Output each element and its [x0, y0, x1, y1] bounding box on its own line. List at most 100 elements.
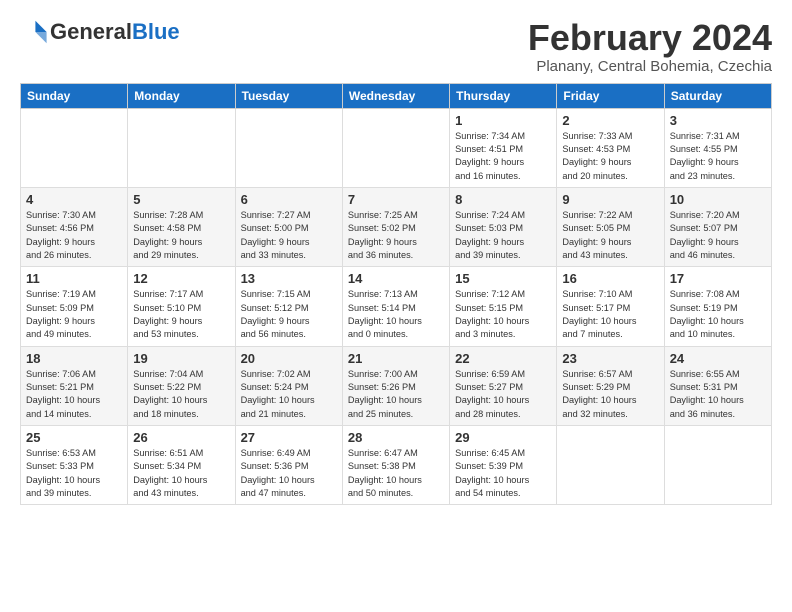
day-info: Sunrise: 7:17 AM Sunset: 5:10 PM Dayligh…	[133, 288, 229, 341]
day-cell: 28 Sunrise: 6:47 AM Sunset: 5:38 PM Dayli…	[342, 426, 449, 505]
header-saturday: Saturday	[664, 83, 771, 108]
day-cell: 2 Sunrise: 7:33 AM Sunset: 4:53 PM Daylig…	[557, 108, 664, 187]
day-info: Sunrise: 6:59 AM Sunset: 5:27 PM Dayligh…	[455, 368, 551, 421]
week-row-4: 25 Sunrise: 6:53 AM Sunset: 5:33 PM Dayli…	[21, 426, 772, 505]
day-info: Sunrise: 7:02 AM Sunset: 5:24 PM Dayligh…	[241, 368, 337, 421]
day-number: 28	[348, 430, 444, 445]
day-info: Sunrise: 7:25 AM Sunset: 5:02 PM Dayligh…	[348, 209, 444, 262]
day-info: Sunrise: 7:15 AM Sunset: 5:12 PM Dayligh…	[241, 288, 337, 341]
day-number: 19	[133, 351, 229, 366]
day-number: 1	[455, 113, 551, 128]
day-info: Sunrise: 7:33 AM Sunset: 4:53 PM Dayligh…	[562, 130, 658, 183]
day-number: 7	[348, 192, 444, 207]
day-info: Sunrise: 6:57 AM Sunset: 5:29 PM Dayligh…	[562, 368, 658, 421]
day-info: Sunrise: 7:24 AM Sunset: 5:03 PM Dayligh…	[455, 209, 551, 262]
day-info: Sunrise: 6:45 AM Sunset: 5:39 PM Dayligh…	[455, 447, 551, 500]
day-info: Sunrise: 7:19 AM Sunset: 5:09 PM Dayligh…	[26, 288, 122, 341]
day-cell	[128, 108, 235, 187]
day-info: Sunrise: 7:08 AM Sunset: 5:19 PM Dayligh…	[670, 288, 766, 341]
day-number: 2	[562, 113, 658, 128]
logo-text: GeneralBlue	[50, 20, 180, 44]
header-wednesday: Wednesday	[342, 83, 449, 108]
day-number: 21	[348, 351, 444, 366]
day-cell: 1 Sunrise: 7:34 AM Sunset: 4:51 PM Daylig…	[450, 108, 557, 187]
day-cell: 13Sunrise: 7:15 AM Sunset: 5:12 PM Dayli…	[235, 267, 342, 346]
calendar-table: Sunday Monday Tuesday Wednesday Thursday…	[20, 83, 772, 506]
day-cell	[664, 426, 771, 505]
day-cell	[557, 426, 664, 505]
day-number: 11	[26, 271, 122, 286]
day-info: Sunrise: 7:22 AM Sunset: 5:05 PM Dayligh…	[562, 209, 658, 262]
header-monday: Monday	[128, 83, 235, 108]
day-info: Sunrise: 7:06 AM Sunset: 5:21 PM Dayligh…	[26, 368, 122, 421]
day-cell: 21 Sunrise: 7:00 AM Sunset: 5:26 PM Dayli…	[342, 346, 449, 425]
week-row-3: 18Sunrise: 7:06 AM Sunset: 5:21 PM Dayli…	[21, 346, 772, 425]
day-cell	[342, 108, 449, 187]
day-cell	[235, 108, 342, 187]
header-thursday: Thursday	[450, 83, 557, 108]
day-cell: 26 Sunrise: 6:51 AM Sunset: 5:34 PM Dayli…	[128, 426, 235, 505]
day-number: 22	[455, 351, 551, 366]
day-number: 26	[133, 430, 229, 445]
day-cell: 6 Sunrise: 7:27 AM Sunset: 5:00 PM Daylig…	[235, 187, 342, 266]
day-cell: 23Sunrise: 6:57 AM Sunset: 5:29 PM Dayli…	[557, 346, 664, 425]
day-number: 9	[562, 192, 658, 207]
day-info: Sunrise: 7:13 AM Sunset: 5:14 PM Dayligh…	[348, 288, 444, 341]
day-cell: 19 Sunrise: 7:04 AM Sunset: 5:22 PM Dayli…	[128, 346, 235, 425]
logo: GeneralBlue	[20, 18, 180, 46]
day-info: Sunrise: 6:53 AM Sunset: 5:33 PM Dayligh…	[26, 447, 122, 500]
header-row: Sunday Monday Tuesday Wednesday Thursday…	[21, 83, 772, 108]
day-info: Sunrise: 7:34 AM Sunset: 4:51 PM Dayligh…	[455, 130, 551, 183]
day-number: 20	[241, 351, 337, 366]
day-info: Sunrise: 7:10 AM Sunset: 5:17 PM Dayligh…	[562, 288, 658, 341]
day-cell: 15Sunrise: 7:12 AM Sunset: 5:15 PM Dayli…	[450, 267, 557, 346]
day-cell: 3 Sunrise: 7:31 AM Sunset: 4:55 PM Daylig…	[664, 108, 771, 187]
day-cell: 5 Sunrise: 7:28 AM Sunset: 4:58 PM Daylig…	[128, 187, 235, 266]
day-cell: 29Sunrise: 6:45 AM Sunset: 5:39 PM Dayli…	[450, 426, 557, 505]
day-number: 8	[455, 192, 551, 207]
day-number: 16	[562, 271, 658, 286]
day-info: Sunrise: 7:30 AM Sunset: 4:56 PM Dayligh…	[26, 209, 122, 262]
day-cell: 10 Sunrise: 7:20 AM Sunset: 5:07 PM Dayli…	[664, 187, 771, 266]
day-cell: 22 Sunrise: 6:59 AM Sunset: 5:27 PM Dayli…	[450, 346, 557, 425]
day-number: 27	[241, 430, 337, 445]
header-sunday: Sunday	[21, 83, 128, 108]
day-cell: 8 Sunrise: 7:24 AM Sunset: 5:03 PM Daylig…	[450, 187, 557, 266]
day-cell: 25 Sunrise: 6:53 AM Sunset: 5:33 PM Dayli…	[21, 426, 128, 505]
day-info: Sunrise: 7:04 AM Sunset: 5:22 PM Dayligh…	[133, 368, 229, 421]
day-info: Sunrise: 7:20 AM Sunset: 5:07 PM Dayligh…	[670, 209, 766, 262]
day-cell: 12 Sunrise: 7:17 AM Sunset: 5:10 PM Dayli…	[128, 267, 235, 346]
day-cell: 11 Sunrise: 7:19 AM Sunset: 5:09 PM Dayli…	[21, 267, 128, 346]
day-info: Sunrise: 6:49 AM Sunset: 5:36 PM Dayligh…	[241, 447, 337, 500]
day-number: 12	[133, 271, 229, 286]
day-cell: 7 Sunrise: 7:25 AM Sunset: 5:02 PM Daylig…	[342, 187, 449, 266]
day-number: 5	[133, 192, 229, 207]
day-cell: 24 Sunrise: 6:55 AM Sunset: 5:31 PM Dayli…	[664, 346, 771, 425]
week-row-2: 11 Sunrise: 7:19 AM Sunset: 5:09 PM Dayli…	[21, 267, 772, 346]
location: Planany, Central Bohemia, Czechia	[528, 58, 772, 75]
day-number: 6	[241, 192, 337, 207]
week-row-0: 1 Sunrise: 7:34 AM Sunset: 4:51 PM Daylig…	[21, 108, 772, 187]
day-info: Sunrise: 7:28 AM Sunset: 4:58 PM Dayligh…	[133, 209, 229, 262]
month-title: February 2024	[528, 18, 772, 58]
day-cell: 14Sunrise: 7:13 AM Sunset: 5:14 PM Dayli…	[342, 267, 449, 346]
logo-line2: Blue	[132, 19, 180, 44]
day-number: 3	[670, 113, 766, 128]
day-cell: 17 Sunrise: 7:08 AM Sunset: 5:19 PM Dayli…	[664, 267, 771, 346]
day-info: Sunrise: 6:55 AM Sunset: 5:31 PM Dayligh…	[670, 368, 766, 421]
day-number: 17	[670, 271, 766, 286]
header-tuesday: Tuesday	[235, 83, 342, 108]
day-info: Sunrise: 7:31 AM Sunset: 4:55 PM Dayligh…	[670, 130, 766, 183]
day-info: Sunrise: 7:27 AM Sunset: 5:00 PM Dayligh…	[241, 209, 337, 262]
day-info: Sunrise: 6:47 AM Sunset: 5:38 PM Dayligh…	[348, 447, 444, 500]
day-number: 4	[26, 192, 122, 207]
day-number: 25	[26, 430, 122, 445]
day-number: 24	[670, 351, 766, 366]
day-info: Sunrise: 6:51 AM Sunset: 5:34 PM Dayligh…	[133, 447, 229, 500]
day-info: Sunrise: 7:00 AM Sunset: 5:26 PM Dayligh…	[348, 368, 444, 421]
day-cell: 20 Sunrise: 7:02 AM Sunset: 5:24 PM Dayli…	[235, 346, 342, 425]
day-number: 10	[670, 192, 766, 207]
page: GeneralBlue February 2024 Planany, Centr…	[0, 0, 792, 515]
logo-icon	[20, 18, 48, 46]
day-cell: 16 Sunrise: 7:10 AM Sunset: 5:17 PM Dayli…	[557, 267, 664, 346]
